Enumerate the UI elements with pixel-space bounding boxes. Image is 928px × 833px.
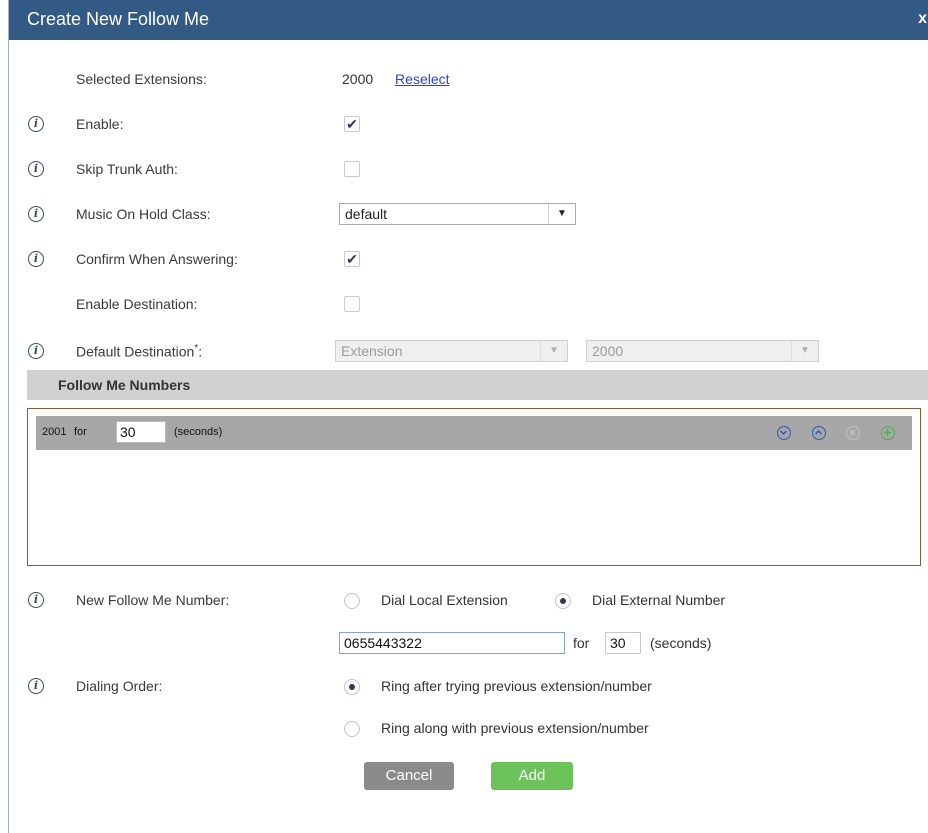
selected-extensions-value-wrap: 2000 Reselect — [342, 71, 450, 87]
create-follow-me-dialog: Create New Follow Me x Selected Extensio… — [8, 0, 928, 833]
music-on-hold-value: default — [345, 206, 388, 222]
info-icon[interactable]: i — [28, 116, 44, 132]
dialing-order-label: Dialing Order: — [76, 678, 163, 694]
dial-external-number-radio[interactable] — [555, 593, 571, 609]
default-destination-label: Default Destination — [76, 343, 195, 360]
skip-trunk-auth-checkbox[interactable] — [344, 161, 360, 177]
enable-row: i Enable: ✔ — [9, 113, 928, 137]
info-icon[interactable]: i — [28, 206, 44, 222]
default-destination-label-wrap: Default Destination*: — [76, 343, 202, 360]
external-number-row: 0655443322 for 30 (seconds) — [9, 632, 928, 656]
dialog-title: Create New Follow Me — [27, 9, 210, 29]
ring-after-radio[interactable] — [344, 679, 360, 695]
dialing-order-row: i Dialing Order: Ring after trying previ… — [9, 675, 928, 699]
ring-after-label[interactable]: Ring after trying previous extension/num… — [381, 678, 652, 694]
list-item[interactable]: 2001 for 30 (seconds) — [36, 416, 912, 450]
dialing-order-row-2: Ring along with previous extension/numbe… — [9, 717, 928, 741]
selected-extensions-label: Selected Extensions: — [76, 71, 207, 87]
skip-trunk-auth-row: i Skip Trunk Auth: — [9, 158, 928, 182]
add-button[interactable]: Add — [491, 762, 573, 790]
default-destination-colon: : — [198, 343, 203, 360]
info-icon[interactable]: i — [28, 678, 44, 694]
for-label: for — [74, 426, 87, 438]
ring-along-radio[interactable] — [344, 721, 360, 737]
close-button[interactable]: x — [918, 10, 927, 28]
for-label: for — [573, 635, 590, 651]
default-destination-type-select[interactable]: Extension ▼ — [335, 340, 568, 362]
music-on-hold-select[interactable]: default ▼ — [339, 203, 576, 225]
enable-destination-checkbox[interactable] — [344, 296, 360, 312]
enable-label: Enable: — [76, 116, 124, 132]
new-follow-me-number-label: New Follow Me Number: — [76, 592, 230, 608]
follow-me-seconds-input[interactable]: 30 — [116, 421, 166, 443]
seconds-unit: (seconds) — [174, 426, 223, 438]
default-destination-number-select[interactable]: 2000 ▼ — [586, 340, 819, 362]
confirm-when-answering-checkbox[interactable]: ✔ — [344, 251, 360, 267]
follow-me-number: 2001 — [42, 426, 67, 438]
selected-extensions-value: 2000 — [342, 71, 374, 87]
enable-checkbox[interactable]: ✔ — [344, 116, 360, 132]
confirm-when-answering-label: Confirm When Answering: — [76, 251, 238, 267]
default-destination-row: i Default Destination*: Extension ▼ 2000… — [9, 340, 928, 364]
cancel-button[interactable]: Cancel — [364, 762, 454, 790]
seconds-unit: (seconds) — [650, 635, 712, 651]
follow-me-numbers-header: Follow Me Numbers — [27, 370, 928, 400]
dialog-titlebar: Create New Follow Me x — [9, 0, 928, 40]
follow-me-numbers-title: Follow Me Numbers — [58, 377, 191, 393]
info-icon[interactable]: i — [28, 343, 44, 359]
enable-destination-row: Enable Destination: — [9, 293, 928, 317]
skip-trunk-auth-label: Skip Trunk Auth: — [76, 161, 178, 177]
move-down-icon[interactable] — [777, 426, 791, 440]
add-row-icon[interactable] — [881, 426, 895, 440]
external-number-input[interactable]: 0655443322 — [339, 632, 565, 654]
chevron-down-icon: ▼ — [540, 341, 567, 361]
info-icon[interactable]: i — [28, 251, 44, 267]
dial-local-extension-radio[interactable] — [344, 593, 360, 609]
chevron-down-icon: ▼ — [548, 204, 575, 224]
delete-icon[interactable] — [846, 426, 860, 440]
follow-me-numbers-list: 2001 for 30 (seconds) — [27, 408, 921, 566]
music-on-hold-label: Music On Hold Class: — [76, 206, 211, 222]
info-icon[interactable]: i — [28, 161, 44, 177]
enable-destination-label: Enable Destination: — [76, 296, 198, 312]
move-up-icon[interactable] — [812, 426, 826, 440]
default-destination-number-value: 2000 — [592, 343, 624, 359]
reselect-link[interactable]: Reselect — [395, 71, 449, 87]
seconds-input[interactable]: 30 — [605, 632, 641, 654]
music-on-hold-row: i Music On Hold Class: default ▼ — [9, 203, 928, 227]
selected-extensions-row: Selected Extensions: 2000 Reselect — [9, 68, 928, 92]
confirm-when-answering-row: i Confirm When Answering: ✔ — [9, 248, 928, 272]
info-icon[interactable]: i — [28, 592, 44, 608]
new-follow-me-number-row: i New Follow Me Number: Dial Local Exten… — [9, 589, 928, 613]
dial-local-extension-label[interactable]: Dial Local Extension — [381, 592, 508, 608]
chevron-down-icon: ▼ — [791, 341, 818, 361]
dial-external-number-label[interactable]: Dial External Number — [592, 592, 725, 608]
default-destination-type-value: Extension — [341, 343, 403, 359]
ring-along-label[interactable]: Ring along with previous extension/numbe… — [381, 720, 649, 736]
